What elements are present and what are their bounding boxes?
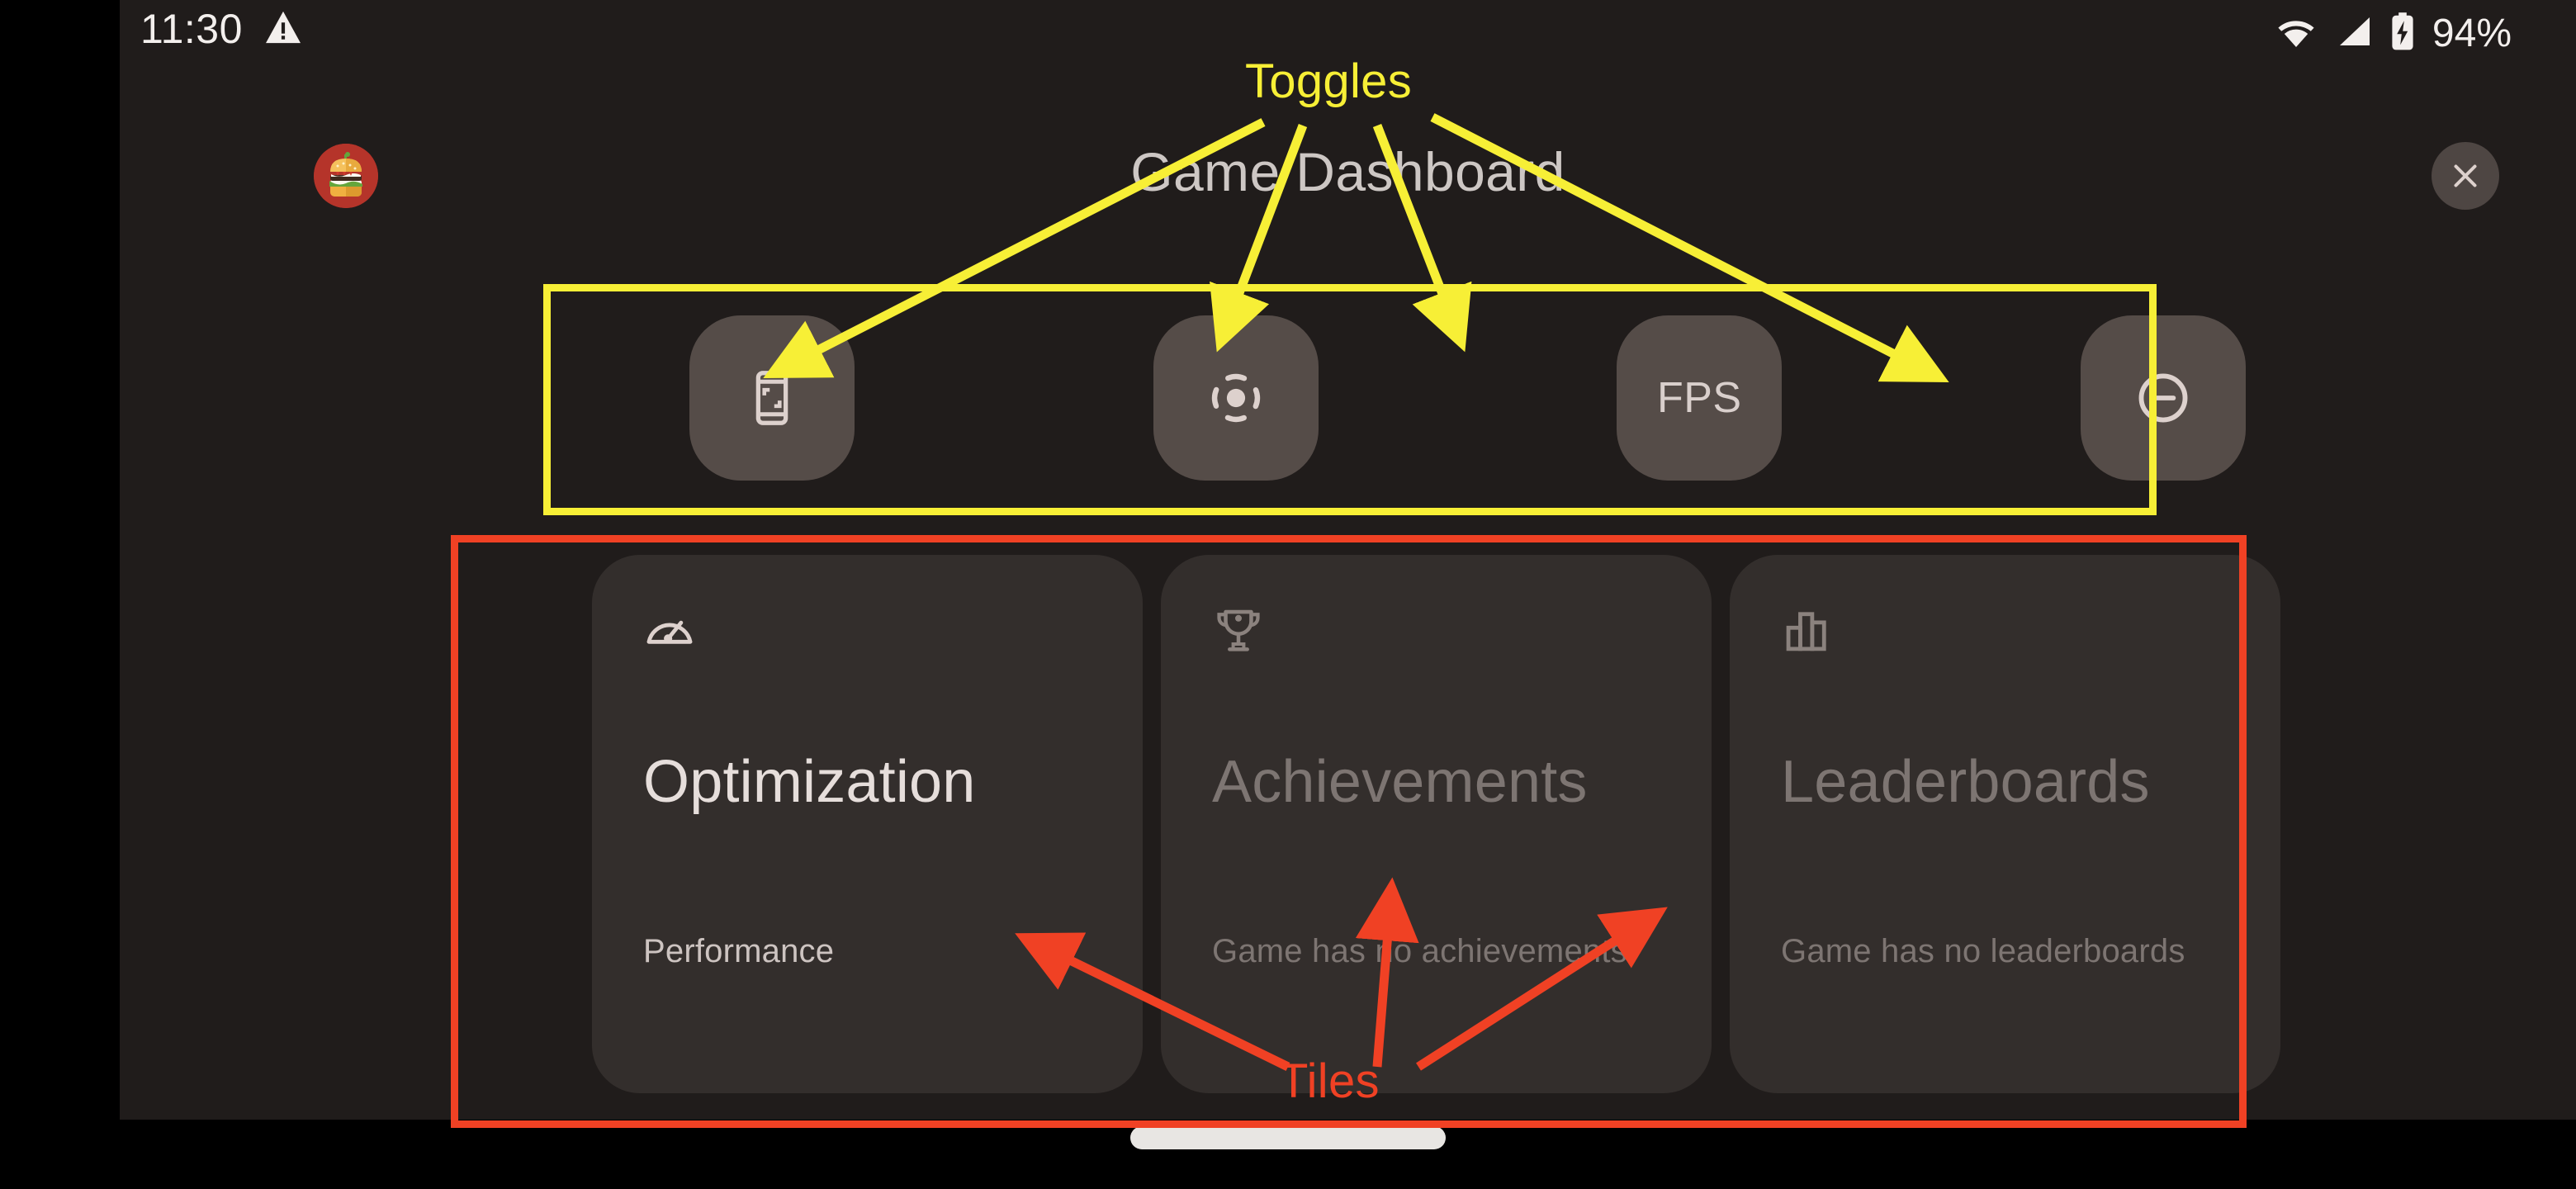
battery-percent-label: 94% <box>2432 11 2512 55</box>
tile-subtitle: Game has no leaderboards <box>1781 933 2185 969</box>
tile-leaderboards[interactable]: Leaderboards Game has no leaderboards <box>1730 555 2280 1093</box>
toggle-do-not-disturb[interactable] <box>2080 315 2246 481</box>
status-bar-left: 11:30 <box>140 8 302 50</box>
tile-subtitle: Game has no achievements <box>1212 933 1627 969</box>
status-bar-right: 94% <box>2274 12 2512 55</box>
tile-subtitle: Performance <box>643 933 835 969</box>
game-dashboard-panel: 11:30 94% Game Dashboard FPS Optimizatio… <box>120 0 2576 1120</box>
tile-achievements[interactable]: Achievements Game has no achievements <box>1161 555 1712 1093</box>
toggle-screen-record[interactable] <box>1153 315 1319 481</box>
wifi-icon <box>2274 14 2318 53</box>
cellular-signal-icon <box>2335 14 2373 53</box>
bar-chart-icon <box>1781 604 2229 666</box>
toggle-fps-label: FPS <box>1656 374 1742 422</box>
speedometer-icon <box>643 604 1091 666</box>
screen: 11:30 94% Game Dashboard FPS Optimizatio… <box>0 0 2576 1189</box>
home-indicator[interactable] <box>1130 1126 1446 1149</box>
tile-title: Achievements <box>1212 749 1588 815</box>
trophy-icon <box>1212 604 1660 666</box>
tile-optimization[interactable]: Optimization Performance <box>592 555 1143 1093</box>
close-button[interactable] <box>2432 142 2499 210</box>
close-icon <box>2446 157 2484 195</box>
toggle-fps[interactable]: FPS <box>1617 315 1783 481</box>
tile-row: Optimization Performance Achievements Ga… <box>592 555 2346 1100</box>
screen-record-icon <box>1205 367 1267 429</box>
screenshot-icon <box>741 367 803 429</box>
tile-title: Leaderboards <box>1781 749 2150 815</box>
page-title: Game Dashboard <box>1130 141 1565 202</box>
tile-title: Optimization <box>643 749 976 815</box>
battery-charging-icon <box>2389 12 2416 55</box>
warning-triangle-icon <box>264 10 302 49</box>
do-not-disturb-icon <box>2133 367 2194 429</box>
status-clock: 11:30 <box>140 6 243 52</box>
status-bar: 11:30 94% <box>120 0 2576 79</box>
toggle-screenshot[interactable] <box>689 315 855 481</box>
toggle-row: FPS <box>689 315 2246 481</box>
